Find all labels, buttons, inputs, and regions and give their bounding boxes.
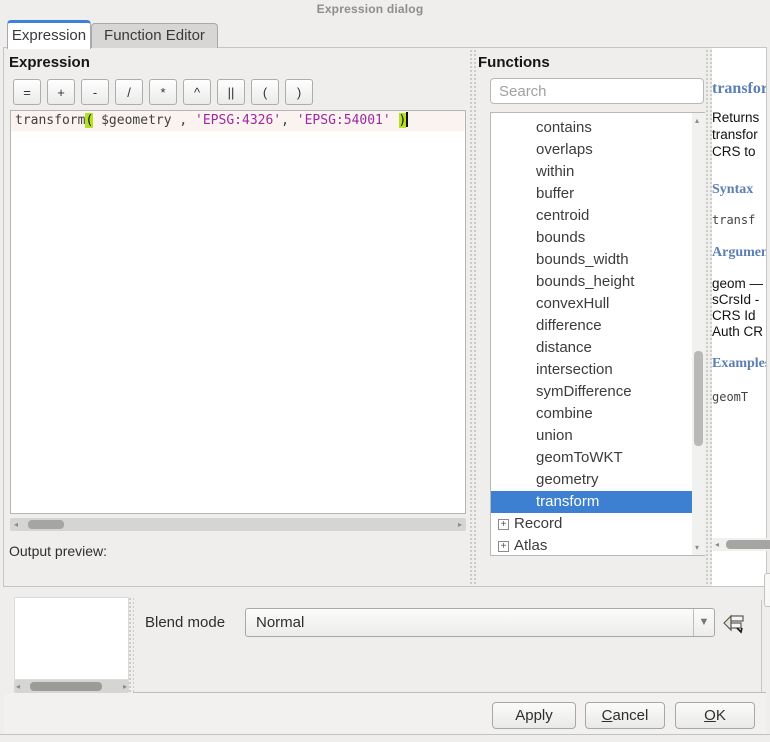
scroll-down-icon[interactable]: ▾ — [695, 541, 699, 554]
blend-mode-value: Normal — [256, 614, 304, 631]
tab-function-editor[interactable]: Function Editor — [91, 23, 218, 48]
scroll-right-icon[interactable]: ▸ — [458, 518, 462, 531]
help-argument-line: CRS Id — [712, 308, 756, 323]
function-item-symDifference[interactable]: symDifference — [491, 381, 704, 403]
scroll-right-icon[interactable]: ▸ — [123, 680, 127, 693]
function-item-distance[interactable]: distance — [491, 337, 704, 359]
editor-hscrollbar[interactable]: ◂ ▸ — [10, 518, 466, 531]
operator-button[interactable]: ( — [251, 79, 279, 105]
function-item-combine[interactable]: combine — [491, 403, 704, 425]
help-description-line: Returns — [712, 110, 759, 125]
function-help-panel: transform Returns transfor CRS to Syntax t… — [712, 48, 766, 586]
text-cursor — [406, 112, 408, 127]
right-divider — [761, 600, 762, 692]
function-item-overlaps[interactable]: overlaps — [491, 139, 704, 161]
function-item-contains[interactable]: contains — [491, 117, 704, 139]
operator-button[interactable]: - — [81, 79, 109, 105]
splitter-functions-help[interactable] — [705, 49, 712, 586]
scroll-left-icon[interactable]: ◂ — [14, 518, 18, 531]
function-item-transform[interactable]: transform — [491, 491, 704, 513]
help-hscrollbar-thumb[interactable] — [726, 540, 770, 549]
editor-hscrollbar-thumb[interactable] — [28, 520, 64, 529]
code-token: , — [281, 113, 297, 128]
bottom-divider — [133, 692, 766, 693]
preview-hscrollbar[interactable]: ◂ ▸ — [14, 680, 129, 693]
expression-panel-heading: Expression — [9, 54, 90, 71]
window-title: Expression dialog — [0, 2, 740, 16]
help-description-line: CRS to — [712, 144, 756, 159]
help-argument-line: Auth CR — [712, 324, 763, 339]
function-item-bounds_width[interactable]: bounds_width — [491, 249, 704, 271]
help-description-line: transfor — [712, 127, 758, 142]
operator-button[interactable]: || — [217, 79, 245, 105]
cancel-button[interactable]: Cancel — [585, 702, 665, 729]
help-syntax-code: transf — [712, 213, 755, 227]
output-preview-label: Output preview: — [9, 543, 107, 559]
scroll-left-icon[interactable]: ◂ — [715, 538, 719, 551]
data-defined-override-icon[interactable] — [722, 611, 746, 635]
help-examples-heading: Examples — [712, 356, 766, 372]
code-token — [391, 113, 399, 128]
function-item-buffer[interactable]: buffer — [491, 183, 704, 205]
help-syntax-heading: Syntax — [712, 182, 753, 198]
expression-dialog: Expression dialog Expression Function Ed… — [0, 0, 770, 742]
operator-button[interactable]: = — [13, 79, 41, 105]
function-group-label: Record — [514, 513, 562, 535]
expression-editor[interactable]: transform( $geometry , 'EPSG:4326', 'EPS… — [10, 110, 466, 514]
help-arguments-heading: Arguments — [712, 245, 766, 261]
apply-button[interactable]: Apply — [492, 702, 576, 729]
scroll-up-icon[interactable]: ▴ — [695, 114, 699, 127]
help-example-code: geomT — [712, 390, 748, 404]
ok-button[interactable]: OK — [675, 702, 755, 729]
tab-expression[interactable]: Expression — [7, 20, 91, 49]
operator-button[interactable]: ^ — [183, 79, 211, 105]
scroll-left-icon[interactable]: ◂ — [16, 680, 20, 693]
code-token: 'EPSG:4326' — [195, 113, 281, 128]
function-item-geomToWKT[interactable]: geomToWKT — [491, 447, 704, 469]
help-title: transform — [712, 80, 766, 98]
function-item-difference[interactable]: difference — [491, 315, 704, 337]
function-item-bounds_height[interactable]: bounds_height — [491, 271, 704, 293]
panel-corner-fragment — [764, 573, 770, 607]
function-list-scrollbar-thumb[interactable] — [694, 351, 703, 446]
function-item-within[interactable]: within — [491, 161, 704, 183]
help-hscrollbar[interactable]: ◂ — [712, 538, 770, 551]
dialog-bottom-edge — [0, 734, 770, 735]
function-group-atlas[interactable]: + Atlas — [491, 535, 704, 556]
operator-button[interactable]: * — [149, 79, 177, 105]
code-token: ) — [399, 113, 407, 128]
blend-mode-select[interactable]: Normal ▼ — [245, 608, 715, 637]
splitter-preview[interactable] — [128, 597, 134, 693]
preview-hscrollbar-thumb[interactable] — [30, 682, 102, 691]
code-token: 'EPSG:54001' — [297, 113, 391, 128]
operator-button-row: =+-/*^||() — [13, 79, 313, 105]
code-token: transform — [15, 113, 85, 128]
symbol-preview-box — [14, 597, 129, 680]
function-item-bounds[interactable]: bounds — [491, 227, 704, 249]
splitter-expression-functions[interactable] — [469, 49, 477, 586]
help-argument-line: sCrsId - — [712, 292, 759, 307]
expand-plus-icon[interactable]: + — [498, 519, 509, 530]
function-item-geometry[interactable]: geometry — [491, 469, 704, 491]
code-token: $geometry , — [93, 113, 195, 128]
operator-button[interactable]: / — [115, 79, 143, 105]
expression-code-line: transform( $geometry , 'EPSG:4326', 'EPS… — [11, 111, 465, 131]
help-argument-line: geom — — [712, 276, 763, 291]
operator-button[interactable]: ) — [285, 79, 313, 105]
function-list: containsoverlapswithinbuffercentroidboun… — [490, 112, 705, 556]
function-group-record[interactable]: + Record — [491, 513, 704, 535]
blend-mode-label: Blend mode — [145, 614, 225, 631]
function-item-intersection[interactable]: intersection — [491, 359, 704, 381]
function-item-convexHull[interactable]: convexHull — [491, 293, 704, 315]
chevron-down-icon[interactable]: ▼ — [693, 609, 714, 636]
function-item-centroid[interactable]: centroid — [491, 205, 704, 227]
function-item-union[interactable]: union — [491, 425, 704, 447]
function-list-vscrollbar[interactable]: ▴ ▾ — [692, 113, 705, 555]
function-group-label: Atlas — [514, 535, 547, 556]
expand-plus-icon[interactable]: + — [498, 541, 509, 552]
functions-panel-heading: Functions — [478, 54, 550, 71]
operator-button[interactable]: + — [47, 79, 75, 105]
search-input[interactable] — [490, 78, 704, 104]
